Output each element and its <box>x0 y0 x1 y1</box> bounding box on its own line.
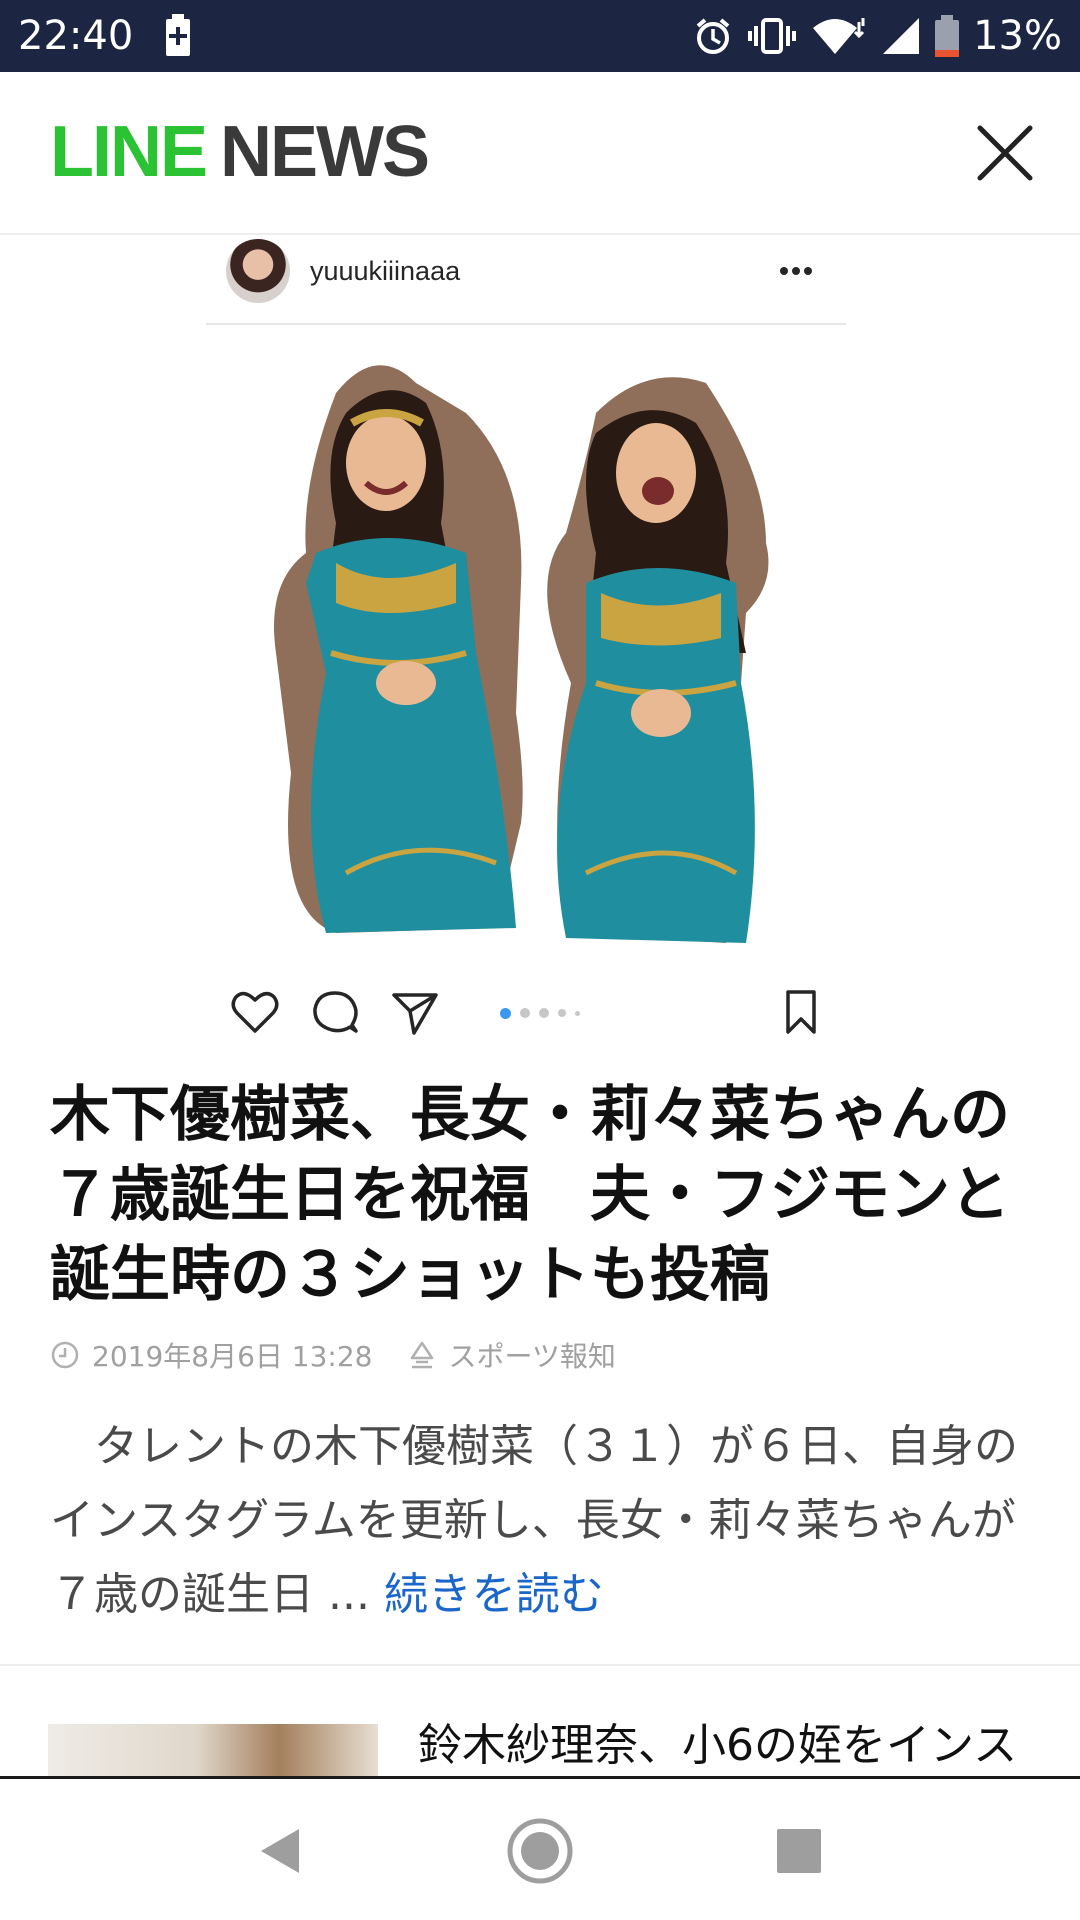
carousel-dot <box>575 1010 580 1016</box>
carousel-dots <box>500 1007 600 1019</box>
wifi-icon <box>813 18 865 54</box>
article-date: 2019年8月6日 13:28 <box>92 1340 373 1373</box>
carousel-dot-active <box>500 1007 511 1019</box>
article-summary: タレントの木下優樹菜（３１）が６日、自身のインスタグラムを更新し、長女・莉々菜ち… <box>50 1410 1030 1632</box>
close-icon[interactable] <box>970 118 1040 188</box>
heart-icon[interactable] <box>230 987 280 1037</box>
recents-icon[interactable] <box>761 1813 837 1889</box>
battery-charging-icon <box>166 14 190 56</box>
app-header: LINE NEWS <box>0 72 1080 235</box>
embed-actions <box>206 981 846 1043</box>
home-icon[interactable] <box>502 1813 578 1889</box>
carousel-dot <box>520 1008 530 1018</box>
article-meta: 2019年8月6日 13:28 スポーツ報知 <box>50 1335 616 1375</box>
photo-two-girls-costume <box>274 365 769 943</box>
source-icon <box>411 1341 434 1369</box>
embed-header: yuuukiiinaaa <box>206 233 846 325</box>
logo-line-text: LINE <box>50 112 208 192</box>
line-news-logo: LINE NEWS <box>50 112 430 192</box>
comment-icon[interactable] <box>310 987 360 1037</box>
read-more-link[interactable]: 続きを読む <box>384 1569 604 1620</box>
article-source[interactable]: スポーツ報知 <box>448 1335 615 1375</box>
clock-icon <box>51 1341 79 1369</box>
vibrate-icon <box>748 18 797 54</box>
instagram-embed: yuuukiiinaaa <box>206 233 846 1055</box>
related-title[interactable]: 鈴木紗理奈、小6の姪をインス <box>418 1716 1058 1776</box>
status-time: 22:40 <box>18 13 134 59</box>
more-icon[interactable] <box>776 253 816 289</box>
logo-news-text: NEWS <box>220 112 430 192</box>
divider <box>0 1664 1080 1666</box>
username[interactable]: yuuukiiinaaa <box>310 253 460 289</box>
battery-percent: 13% <box>973 13 1062 59</box>
related-thumbnail[interactable] <box>48 1724 378 1780</box>
signal-icon <box>883 18 920 54</box>
status-icons: 13% <box>693 12 1062 60</box>
battery-icon <box>935 15 960 57</box>
share-icon[interactable] <box>390 987 440 1037</box>
bookmark-icon[interactable] <box>776 987 826 1037</box>
carousel-dot <box>558 1009 566 1017</box>
nav-bar <box>0 1779 1080 1920</box>
status-bar: 22:40 13% <box>0 0 1080 72</box>
article-title: 木下優樹菜、長女・莉々菜ちゃんの７歳誕生日を祝福 夫・フジモンと誕生時の３ショッ… <box>50 1080 1010 1310</box>
back-icon[interactable] <box>243 1813 319 1889</box>
alarm-icon <box>696 18 730 54</box>
avatar[interactable] <box>226 239 290 303</box>
carousel-dot <box>539 1008 549 1018</box>
